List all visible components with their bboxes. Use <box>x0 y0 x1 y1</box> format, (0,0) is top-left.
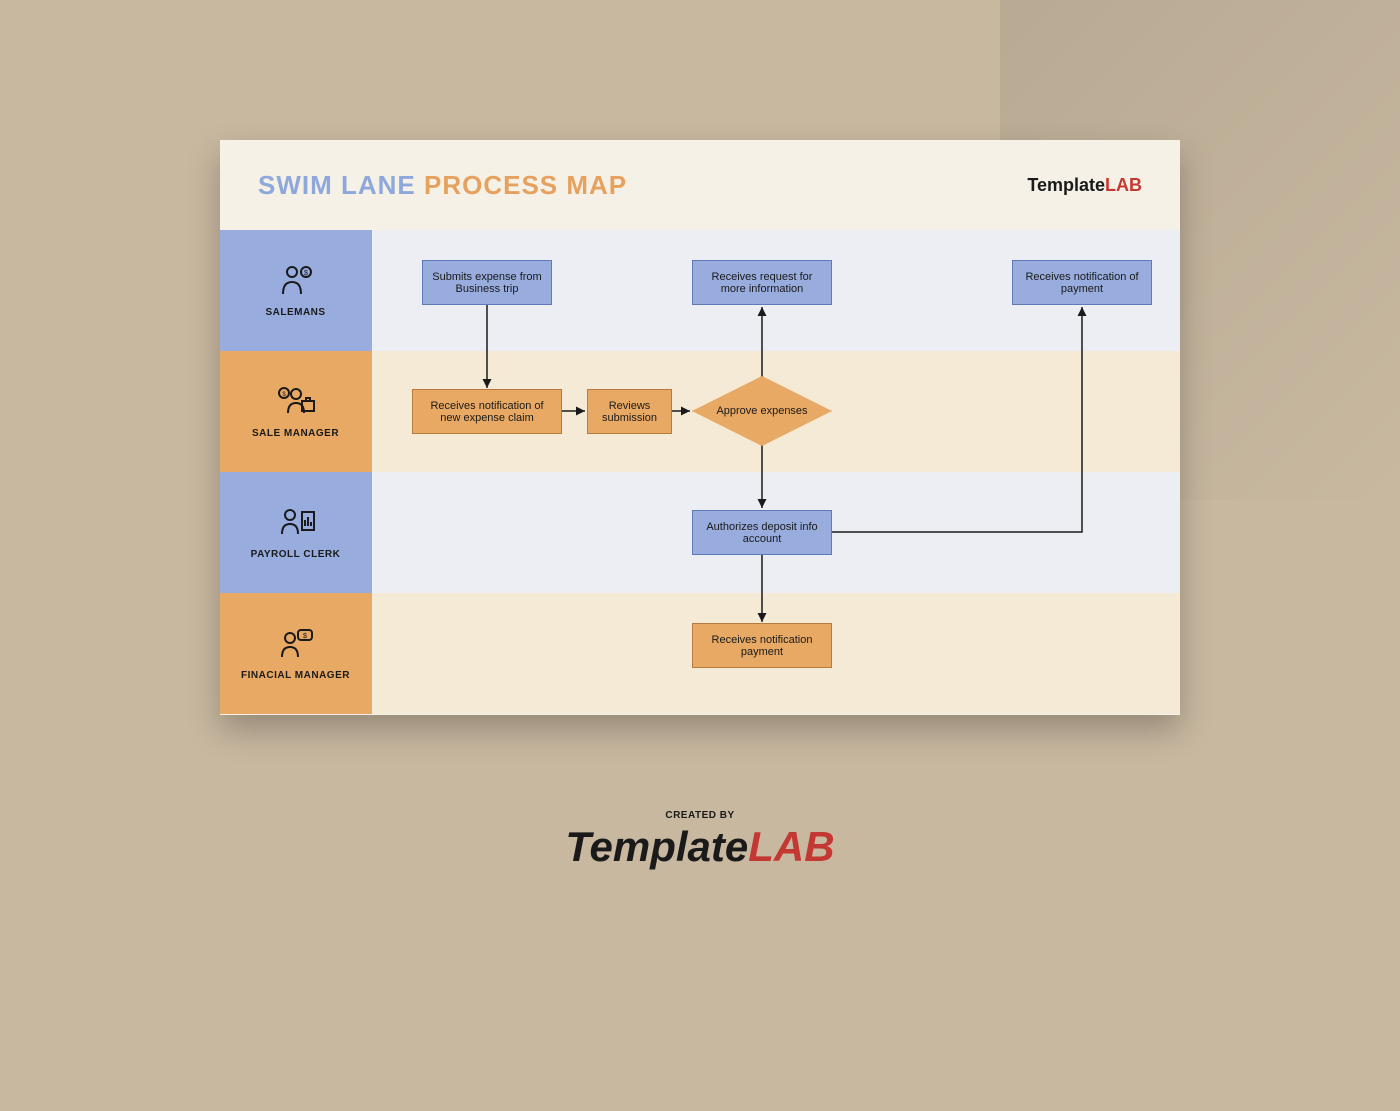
brand-part-1: Template <box>1027 175 1105 195</box>
lane-label: SALEMANS <box>265 307 325 318</box>
node-receive-claim: Receives notification of new expense cla… <box>412 389 562 434</box>
svg-text:$: $ <box>303 633 307 640</box>
footer-brand-3: B <box>804 823 834 870</box>
lane-salesman: $ SALEMANS Submits expense from Business… <box>220 230 1180 351</box>
lane-head-financial-manager: $ FINACIAL MANAGER <box>220 593 372 714</box>
title-part-1: SWIM LANE <box>258 170 416 200</box>
node-authorize-deposit: Authorizes deposit info account <box>692 510 832 555</box>
node-receive-payment: Receives notification payment <box>692 623 832 668</box>
footer-brand-a: A <box>774 823 804 870</box>
lane-payroll-clerk: PAYROLL CLERK Authorizes deposit info ac… <box>220 472 1180 593</box>
lane-label: SALE MANAGER <box>252 428 339 439</box>
footer-brand: CREATED BY TemplateLAB <box>565 810 834 871</box>
clerk-chart-icon <box>276 506 316 543</box>
lane-head-sale-manager: $ SALE MANAGER <box>220 351 372 472</box>
page-title: SWIM LANE PROCESS MAP <box>258 170 627 201</box>
svg-text:$: $ <box>304 270 308 277</box>
lane-label: FINACIAL MANAGER <box>241 670 350 681</box>
swimlanes: $ SALEMANS Submits expense from Business… <box>220 230 1180 715</box>
footer-brand-1: Template <box>565 823 748 870</box>
financial-manager-icon: $ <box>276 627 316 664</box>
node-submit-expense: Submits expense from Business trip <box>422 260 552 305</box>
lane-head-payroll-clerk: PAYROLL CLERK <box>220 472 372 593</box>
footer-brand-2: L <box>748 823 774 870</box>
footer-created-by: CREATED BY <box>565 810 834 821</box>
brand-part-2: LAB <box>1105 175 1142 195</box>
manager-briefcase-icon: $ <box>276 385 316 422</box>
node-approve-expenses: Approve expenses <box>692 376 832 446</box>
node-receive-payment-notification: Receives notification of payment <box>1012 260 1152 305</box>
header: SWIM LANE PROCESS MAP TemplateLAB <box>220 140 1180 230</box>
brand-logo: TemplateLAB <box>1027 175 1142 196</box>
lane-label: PAYROLL CLERK <box>251 549 341 560</box>
title-part-2: PROCESS MAP <box>424 170 627 200</box>
node-receive-info-request: Receives request for more information <box>692 260 832 305</box>
lane-head-salesman: $ SALEMANS <box>220 230 372 351</box>
lane-financial-manager: $ FINACIAL MANAGER Receives notification… <box>220 593 1180 714</box>
node-review-submission: Reviews submission <box>587 389 672 434</box>
lane-sale-manager: $ SALE MANAGER Receives notification of … <box>220 351 1180 472</box>
swimlane-card: SWIM LANE PROCESS MAP TemplateLAB $ SALE… <box>220 140 1180 715</box>
node-approve-label: Approve expenses <box>716 405 807 417</box>
person-money-icon: $ <box>278 264 314 301</box>
